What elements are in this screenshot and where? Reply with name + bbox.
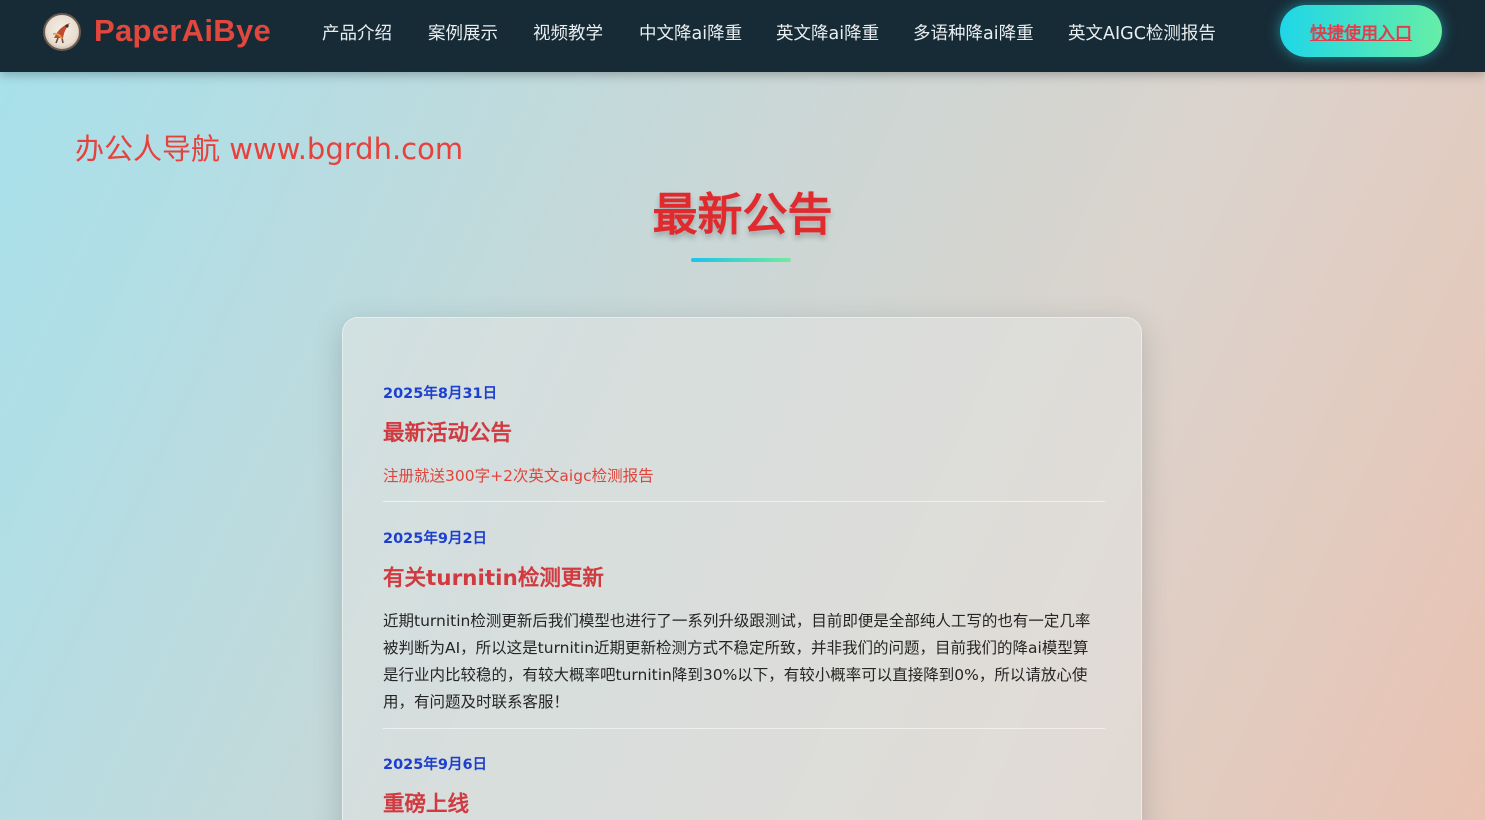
notice-date: 2025年9月6日 (383, 757, 488, 773)
watermark-text: 办公人导航 www.bgrdh.com (75, 132, 464, 166)
brand-name[interactable]: PaperAiBye (94, 13, 271, 49)
nav-item-multilingual-reduce[interactable]: 多语种降ai降重 (913, 20, 1034, 45)
nav-item-video-tutorial[interactable]: 视频教学 (533, 20, 603, 45)
quick-start-button[interactable]: 快捷使用入口 (1280, 5, 1442, 57)
notice-date: 2025年9月2日 (383, 531, 488, 547)
notice-divider (383, 501, 1105, 502)
nav-item-aigc-report[interactable]: 英文AIGC检测报告 (1068, 20, 1216, 45)
notice-divider (383, 728, 1105, 729)
top-navbar: PaperAiBye 产品介绍 案例展示 视频教学 中文降ai降重 英文降ai降… (0, 0, 1485, 72)
notice-item: 2025年8月31日 最新活动公告 注册就送300字+2次英文aigc检测报告 (383, 382, 1103, 490)
nav-item-product-intro[interactable]: 产品介绍 (322, 20, 392, 45)
notice-title: 最新活动公告 (383, 421, 513, 446)
notice-body: 注册就送300字+2次英文aigc检测报告 (383, 467, 654, 485)
notice-item: 2025年9月2日 有关turnitin检测更新 近期turnitin检测更新后… (383, 527, 1103, 716)
nav-item-cases[interactable]: 案例展示 (428, 20, 498, 45)
bird-logo-icon[interactable] (43, 13, 81, 51)
notice-body: 近期turnitin检测更新后我们模型也进行了一系列升级跟测试，目前即便是全部纯… (383, 612, 1091, 711)
title-underline (691, 258, 791, 262)
notice-card: 2025年8月31日 最新活动公告 注册就送300字+2次英文aigc检测报告 … (342, 317, 1142, 820)
page-title: 最新公告 (652, 188, 833, 241)
notice-title: 重磅上线 (383, 792, 470, 817)
notice-item: 2025年9月6日 重磅上线 (383, 753, 1103, 820)
nav-item-chinese-reduce[interactable]: 中文降ai降重 (639, 20, 742, 45)
notice-title: 有关turnitin检测更新 (383, 566, 604, 591)
notice-date: 2025年8月31日 (383, 386, 498, 402)
nav-item-english-reduce[interactable]: 英文降ai降重 (776, 20, 879, 45)
